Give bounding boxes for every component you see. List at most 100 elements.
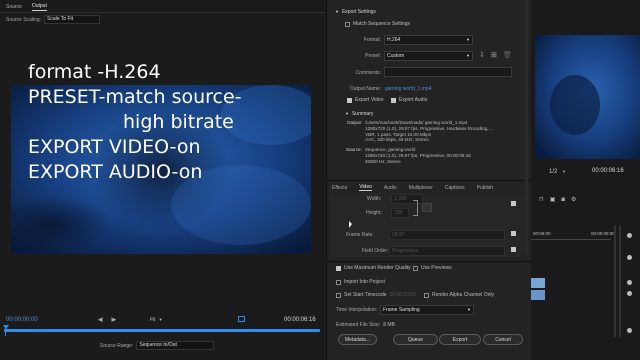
scrollbar[interactable] [525,0,528,255]
fit-dropdown[interactable]: Fit ▼ [150,317,163,323]
summary-header[interactable]: ▼ Summary [345,111,373,117]
estimated-size-label: Estimated File Size: [336,322,381,328]
mark-out-icon[interactable]: |▶ [111,317,116,323]
match-field-order-checkbox[interactable] [511,247,516,252]
output-name-label: Output Name: [349,86,381,92]
summary-source-label: Source: [346,147,362,152]
timeline-clip-audio[interactable] [531,290,545,300]
format-dropdown[interactable]: H.264 ▼ [384,35,473,45]
safe-margins-icon[interactable] [238,316,245,322]
frame-rate-label: Frame Rate: [346,232,374,238]
time-interpolation-dropdown[interactable]: Frame Sampling ▼ [380,305,474,315]
chevron-down-icon: ▼ [158,317,163,322]
comments-field[interactable] [384,67,512,77]
video-settings-area: Width: 1,280 Height: 720 Frame Rate: 29.… [329,193,525,257]
metadata-button[interactable]: Metadata... [338,334,377,345]
format-value: H.264 [387,37,401,43]
set-start-timecode-checkbox[interactable] [336,292,341,298]
export-audio-label: Export Audio [399,97,428,103]
set-start-timecode-row[interactable]: Set Start Timecode 00;00;00;00 [336,292,416,298]
camera-icon[interactable]: ◙ [561,197,565,203]
tab-video[interactable]: Video [359,184,372,191]
timeline-timecode-1: 00:06:00 [533,231,551,236]
tab-multiplexer[interactable]: Multiplexer [409,185,433,191]
export-video-checkbox[interactable] [347,97,352,103]
preset-dropdown[interactable]: Custom ▼ [384,51,473,61]
import-into-project-checkbox[interactable] [336,279,341,285]
height-field[interactable]: 720 [391,208,409,218]
settings-icon[interactable]: ⚙ [571,196,576,203]
overlay-line-5: EXPORT AUDIO-on [28,161,203,183]
queue-button[interactable]: Queue [393,334,438,345]
export-video-row[interactable]: Export Video [347,97,384,103]
mouse-cursor-icon [349,221,352,228]
export-button[interactable]: Export [439,334,481,345]
start-timecode-value: 00;00;00;00 [389,292,416,298]
comments-label: Comments: [355,70,381,76]
program-timecode: 00:00:06:16 [592,168,624,174]
mark-in-icon[interactable]: ◀| [98,317,103,323]
render-alpha-row[interactable]: Render Alpha Channel Only [424,292,494,298]
max-render-quality-checkbox[interactable] [336,265,341,271]
export-settings-title: Export Settings [341,9,376,15]
tab-output[interactable]: Output [31,3,47,11]
zoom-level[interactable]: 1/2 [549,169,557,175]
width-field[interactable]: 1,280 [391,194,423,204]
match-sequence-checkbox[interactable] [345,21,350,27]
export-audio-row[interactable]: Export Audio [391,97,427,103]
format-label: Format: [363,37,381,43]
max-render-quality-row[interactable]: Use Maximum Render Quality [336,265,411,271]
match-frame-rate-checkbox[interactable] [511,231,516,236]
link-dimensions-icon[interactable] [413,200,418,216]
import-preset-icon[interactable]: ⊞ [491,51,497,59]
playhead-icon[interactable] [3,325,9,329]
tab-effects[interactable]: Effects [332,185,347,191]
timeline-track[interactable] [4,329,320,332]
chevron-down-icon: ▼ [562,169,566,174]
volume-knob-icon[interactable] [627,255,632,260]
volume-knob-icon[interactable] [627,280,632,285]
summary-output-line: AAC, 320 kbps, 48 kHz, Stereo [365,137,429,143]
match-size-checkbox[interactable] [511,201,516,206]
source-range-dropdown[interactable]: Sequence In/Out [136,341,215,350]
tab-captions[interactable]: Captions [445,185,465,191]
snap-icon[interactable]: ⊓ [539,196,544,203]
summary-output: Output: /Users/macbook/Downloads/ gaming… [347,120,492,143]
render-alpha-checkbox[interactable] [424,292,429,298]
source-scaling-label: Source Scaling: [6,16,42,23]
output-name-link[interactable]: gaming world_1.mp4 [385,86,431,92]
export-audio-checkbox[interactable] [391,97,396,103]
chain-icon[interactable] [422,203,432,212]
export-settings-panel: ▼ Export Settings Match Sequence Setting… [326,0,531,360]
volume-knob-icon[interactable] [627,328,632,333]
estimated-size-value: 8 MB [383,322,395,328]
timecode-start: 00:00:00:00 [6,317,38,323]
save-preset-icon[interactable]: ⇩ [479,51,485,59]
use-previews-checkbox[interactable] [413,265,418,271]
timeline-clip-video[interactable] [531,278,545,288]
field-order-field[interactable]: Progressive [389,246,505,256]
tab-publish[interactable]: Publish [477,185,493,191]
summary-output-label: Output: [347,120,363,125]
cancel-button[interactable]: Cancel [483,334,523,345]
linked-selection-icon[interactable]: ▣ [550,196,556,203]
use-previews-row[interactable]: Use Previews [413,265,452,271]
use-previews-label: Use Previews [421,265,452,271]
import-into-project-row[interactable]: Import Into Project [336,279,385,285]
volume-knob-icon[interactable] [627,291,632,296]
source-scaling-value: Scale To Fit [47,16,74,22]
timeline-toolbar: ⊓ ▣ ◙ ⚙ [539,196,576,204]
tab-audio[interactable]: Audio [384,185,397,191]
timecode-end: 00:00:06:16 [284,317,316,323]
export-settings-header[interactable]: ▼ Export Settings [335,9,376,15]
tab-source[interactable]: Source [6,4,22,10]
volume-knob-icon[interactable] [627,233,632,238]
import-into-project-label: Import Into Project [344,279,385,285]
delete-preset-icon[interactable]: 🗑 [503,51,512,59]
frame-rate-field[interactable]: 29.97 [389,230,505,240]
source-scaling-dropdown[interactable]: Scale To Fit [44,15,101,24]
chevron-down-icon: ▼ [345,111,349,116]
field-order-label: Field Order: [362,248,389,254]
fit-value: Fit [150,317,156,323]
match-sequence-row[interactable]: Match Sequence Settings [345,21,410,27]
